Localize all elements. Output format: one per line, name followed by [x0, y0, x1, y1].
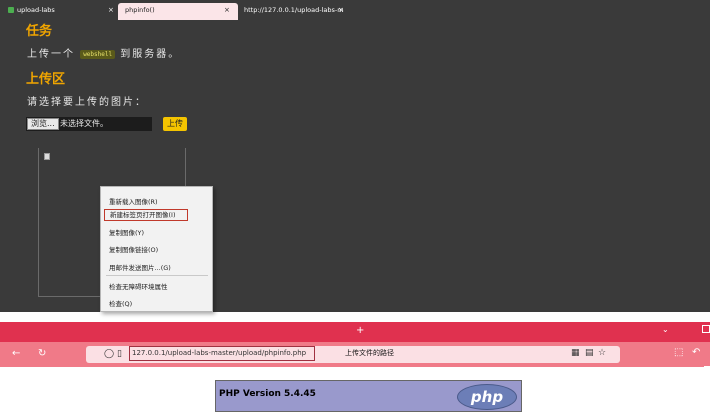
menu-copy-image[interactable]: 复制图像(Y) — [109, 227, 144, 237]
upload-path-annotation: 上传文件的路径 — [345, 349, 394, 357]
menu-inspect-accessibility[interactable]: 检查无障碍环境属性 — [109, 281, 168, 291]
context-menu: 重新载入图像(R) 新建标签页打开图像(I) 复制图像(Y) 复制图像链接(O)… — [100, 186, 213, 312]
close-icon[interactable]: × — [224, 3, 230, 18]
task-text-after: 到服务器。 — [120, 49, 181, 60]
tab-bar — [0, 322, 710, 342]
undo-icon[interactable]: ↶ — [692, 347, 700, 359]
tab-label: http://127.0.0.1/upload-labs-mas — [244, 6, 344, 14]
upload-heading: 上传区 — [26, 72, 66, 87]
reload-icon[interactable]: ↻ — [38, 348, 46, 360]
task-text-before: 上传一个 — [27, 49, 75, 60]
task-heading: 任务 — [26, 24, 53, 39]
window-icon[interactable] — [702, 325, 710, 333]
menu-separator — [106, 275, 208, 276]
webshell-code: webshell — [80, 49, 116, 59]
url-input[interactable]: 127.0.0.1/upload-labs-master/upload/phpi… — [129, 346, 315, 361]
sidebar-icon[interactable] — [704, 366, 710, 373]
tab-label: upload-labs — [17, 6, 55, 14]
upload-prompt: 请选择要上传的图片： — [27, 97, 147, 108]
menu-reload-image[interactable]: 重新载入图像(R) — [109, 196, 158, 206]
menu-copy-image-link[interactable]: 复制图像链接(O) — [109, 244, 158, 254]
menu-email-image[interactable]: 用邮件发送图片...(G) — [109, 262, 171, 272]
tab-label: phpinfo() — [125, 6, 155, 14]
php-version: PHP Version 5.4.45 — [219, 389, 316, 399]
tab-phpinfo[interactable]: phpinfo() — [118, 3, 238, 20]
no-file-label: 未选择文件。 — [60, 119, 108, 128]
chevron-down-icon[interactable]: ⌄ — [662, 325, 669, 334]
browse-button[interactable]: 浏览... — [27, 118, 59, 130]
phpinfo-banner: PHP Version 5.4.45 php — [215, 380, 522, 412]
new-tab-button[interactable]: + — [356, 325, 364, 336]
php-logo: php — [457, 384, 517, 410]
task-description: 上传一个 webshell 到服务器。 — [27, 45, 180, 60]
upload-labs-page: 任务 上传一个 webshell 到服务器。 上传区 请选择要上传的图片： 浏览… — [0, 0, 710, 312]
tab-upload-labs[interactable]: upload-labs — [4, 3, 104, 20]
star-icon[interactable]: ☆ — [598, 347, 606, 359]
close-icon[interactable]: × — [108, 3, 114, 18]
broken-image-icon[interactable] — [44, 153, 50, 160]
menu-open-image-new-tab[interactable]: 新建标签页打开图像(I) — [104, 209, 188, 221]
page-icon[interactable]: ▯ — [117, 348, 122, 360]
extensions-icon[interactable]: ⬚ — [674, 347, 683, 359]
file-input[interactable]: 浏览... 未选择文件。 — [26, 117, 152, 131]
reader-view-icon[interactable]: ▤ — [585, 347, 594, 359]
shield-icon[interactable]: ◯ — [104, 348, 114, 360]
arrow-left-icon[interactable]: ← — [12, 348, 20, 360]
menu-inspect[interactable]: 检查(Q) — [109, 298, 132, 308]
qr-code-icon[interactable]: ▦ — [571, 347, 580, 359]
upload-labs-favicon-icon — [8, 7, 14, 13]
upload-button[interactable]: 上传 — [163, 117, 187, 131]
tab-upload-url[interactable]: http://127.0.0.1/upload-labs-mas — [240, 3, 344, 20]
close-icon[interactable]: × — [338, 3, 344, 18]
